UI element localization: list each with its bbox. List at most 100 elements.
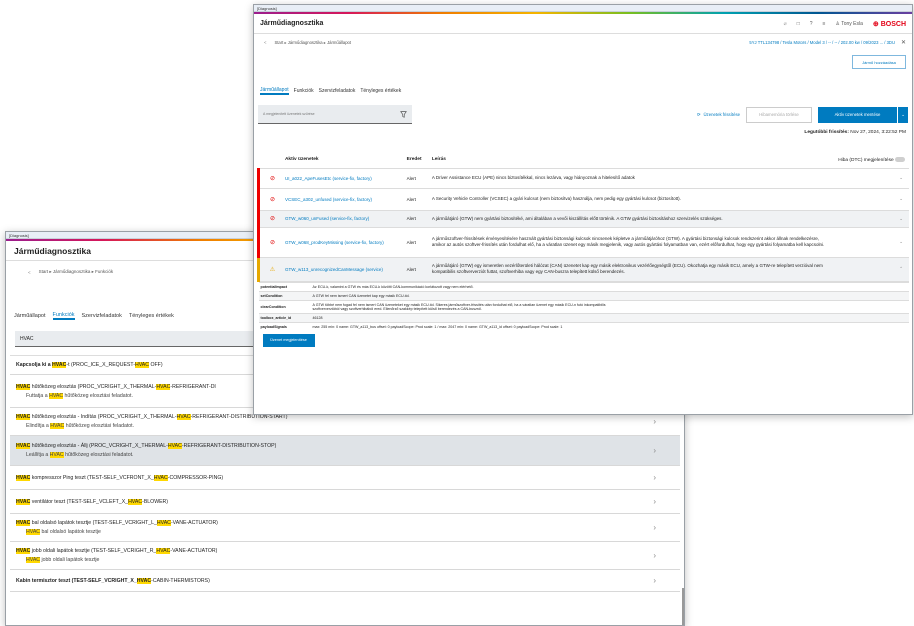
monitor-icon[interactable]: □ [797,21,800,27]
clear-fault-memory-button[interactable]: Hibamemória törlése [746,106,812,123]
search-highlight: HVAC [50,423,65,429]
message-filter-input[interactable]: A megjelenített üzenetek szűrése [258,105,412,124]
error-icon: ⊘ [269,196,275,203]
function-item-text: HVAC hűtőközeg elosztás - Indítás (PROC_… [16,414,287,429]
function-description-text: hűtőközeg elosztási feladatot. [63,392,133,399]
function-item-text: HVAC hűtőközeg elosztás (PROC_VCRIGHT_X_… [16,383,216,399]
message-row[interactable]: ⊘ UI_a022_ApeFusesEtc (service-fix, facto… [256,167,909,188]
search-highlight: HVAC [52,362,67,368]
close-icon[interactable]: ✕ [901,39,906,46]
function-title: HVAC hűtőközeg elosztás - Állj (PROC_VCR… [16,443,276,449]
chevron-down-icon[interactable]: ⌄ [899,175,903,180]
error-icon: ⊘ [269,175,275,182]
chevron-up-icon[interactable]: ⌃ [899,266,903,271]
function-title-text: bal oldalsó lapátok tesztje (TEST-SELF_V… [30,520,157,526]
add-vehicle-button[interactable]: Jármű hozzáadása [852,55,906,69]
tab-vehicle-status[interactable]: Járműállapot [14,313,46,319]
tab-functions[interactable]: Funkciók [52,312,75,320]
message-description: A járműátjáró (GTW) nem gyártási biztosí… [431,209,839,227]
refresh-label: Üzenetek frissítése [703,112,740,117]
search-highlight: HVAC [16,548,31,554]
message-description: A Security Vehicle Controller (VCSEC) a … [431,187,839,210]
user-name: Tony Esla [841,20,863,27]
chevron-right-icon[interactable]: › [653,551,656,560]
search-highlight: HVAC [167,443,182,449]
message-row[interactable]: ⊘ VCSEC_a302_unfused (service-fix, factor… [256,187,909,210]
function-title-text: Kabin termisztor teszt (TEST-SELF_VCRIGH… [16,577,137,584]
dtc-toggle[interactable]: Hiba (DTC) megjelenítése [838,152,909,168]
toggle-switch[interactable] [895,156,905,162]
message-name[interactable]: GTW_w113_unrecognizedCanMessage (service… [284,256,407,281]
message-row[interactable]: ⚠ GTW_w113_unrecognizedCanMessage (servic… [256,256,909,281]
function-description-text: hűtőközeg elosztási feladatot. [63,452,134,458]
chevron-right-icon[interactable]: › [653,523,656,532]
function-list-item[interactable]: HVAC kompresszor Ping teszt (TEST-SELF_V… [10,466,680,490]
tab-functions[interactable]: Funkciók [294,88,314,94]
chevron-down-icon[interactable]: ⌄ [899,239,903,244]
function-list-item[interactable]: HVAC hűtőközeg elosztás - Állj (PROC_VCR… [10,436,680,466]
back-icon[interactable]: < [264,40,266,45]
function-list-item[interactable]: HVAC jobb oldali lapátok tesztje (TEST-S… [10,542,680,570]
chevron-right-icon[interactable]: › [653,417,656,426]
function-description-text: bal oldalsó lapátok tesztje [40,529,101,535]
function-title-text: -t (PROC_ICE_X_REQUEST- [66,362,135,368]
app-title: Járműdiagnosztika [260,20,324,27]
chevron-right-icon[interactable]: › [653,576,656,585]
function-description-text: jobb oldali lapátok tesztje [40,557,100,563]
message-row[interactable]: ⊘ GTW_w060_unFused (service-fix, factory)… [256,209,909,227]
function-title: HVAC ventilátor teszt (TEST-SELF_VCLEFT_… [16,498,168,505]
search-highlight: HVAC [156,520,171,526]
breadcrumb-row: < Start ▸ Járműdiagnosztika ▸ Járműállap… [254,34,912,51]
detail-value: A GTW fel nem ismert CAN üzenetet kap eg… [310,290,909,300]
save-dropdown-chevron-icon[interactable]: ⌄ [897,106,908,123]
function-list-item[interactable]: Kabin termisztor teszt (TEST-SELF_VCRIGH… [10,570,680,592]
show-message-button[interactable]: Üzenet megjelenítése [262,333,315,347]
chevron-right-icon[interactable]: › [653,446,656,455]
menu-icon[interactable]: ≡ [823,21,826,27]
tab-vehicle-status[interactable]: Járműállapot [260,87,289,95]
detail-key: toolbox_article_id [258,312,311,322]
help-icon[interactable]: ? [810,21,813,27]
tab-actual-values[interactable]: Tényleges értékek [129,313,174,319]
last-refresh-label: Legutóbbi frissítés: [804,130,849,135]
tab-service-tasks[interactable]: Szervizfeladatok [82,313,122,319]
tab-actual-values[interactable]: Tényleges értékek [360,88,401,94]
message-name[interactable]: GTW_w068_prodKeyMissing (service-fix, fa… [284,226,407,257]
detail-row: toolbox_article_id 46128 [258,312,909,322]
detail-value: A GTW többé nem fogad fel nem ismert CAN… [310,299,909,313]
chevron-right-icon[interactable]: › [653,497,656,506]
function-list-item[interactable]: HVAC ventilátor teszt (TEST-SELF_VCLEFT_… [10,490,680,514]
user-menu[interactable]: ♙ Tony Esla [835,21,862,27]
search-highlight: HVAC [16,474,31,481]
function-description-text: hűtőközeg elosztási feladatot. [64,423,135,429]
function-title: HVAC hűtőközeg elosztás - Indítás (PROC_… [16,414,287,420]
filter-icon[interactable] [400,110,407,118]
chevron-down-icon[interactable]: ⌄ [899,196,903,201]
tab-service-tasks[interactable]: Szervizfeladatok [319,88,356,94]
message-name[interactable]: VCSEC_a302_unfused (service-fix, factory… [284,187,407,210]
scrollbar[interactable] [682,588,684,625]
detail-value: 46128 [310,312,909,322]
search-highlight: HVAC [134,362,150,368]
app-title: Járműdiagnosztika [14,245,91,256]
refresh-messages-button[interactable]: ⟳ Üzenetek frissítése [697,112,740,118]
col-origin: Eredet [406,157,422,163]
chevron-right-icon[interactable]: › [653,473,656,482]
vehicle-status-window: [Diagnosis] Járműdiagnosztika ⌀ □ ? ≡ ♙ … [253,4,913,415]
message-name[interactable]: UI_a022_ApeFusesEtc (service-fix, factor… [284,167,407,188]
search-highlight: HVAC [26,557,41,563]
message-name[interactable]: GTW_w060_unFused (service-fix, factory) [284,209,407,227]
detail-key: setCondition [258,290,311,300]
save-active-messages-button[interactable]: Aktív üzenetek mentése [818,106,897,123]
plug-icon[interactable]: ⌀ [784,21,787,27]
function-list-item[interactable]: HVAC bal oldalsó lapátok tesztje (TEST-S… [10,514,680,542]
message-row[interactable]: ⊘ GTW_w068_prodKeyMissing (service-fix, f… [256,226,909,257]
function-item-text: Kabin termisztor teszt (TEST-SELF_VCRIGH… [16,577,210,584]
back-icon[interactable]: < [28,270,31,275]
message-description: A járműátjáró (GTW) egy ismeretlen vezér… [431,256,839,281]
function-title-text: -VANE-ACTUATOR) [170,548,218,554]
chevron-down-icon[interactable]: ⌄ [899,216,903,221]
table-header: Aktív üzenetek Eredet Leírás Hiba (DTC) … [259,152,910,168]
vehicle-info-link[interactable]: 5YJ TTL134798 / Tesla Motors / Model 3 /… [749,40,895,45]
function-title-text: -REFRIGERANT-DI [170,383,216,390]
